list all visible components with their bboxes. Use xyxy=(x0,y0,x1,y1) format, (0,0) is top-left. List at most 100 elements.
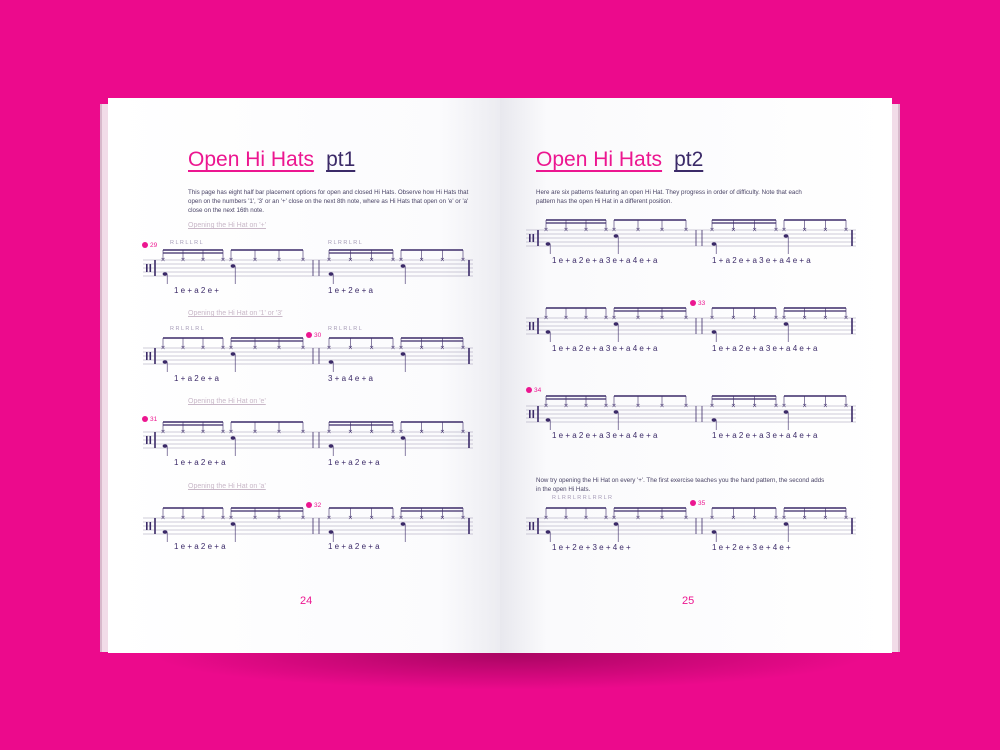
bass-drum-note xyxy=(545,330,551,334)
snare-note xyxy=(783,234,789,238)
count-line: 1 e + a 2 e + a 3 e + a 4 e + a xyxy=(552,344,658,353)
hihat-note: × xyxy=(399,257,404,264)
percussion-clef xyxy=(532,234,535,242)
second-intro-text: Now try opening the Hi Hat on every '+'.… xyxy=(536,477,825,493)
hihat-note: × xyxy=(774,227,779,234)
hihat-note: × xyxy=(612,515,617,522)
hihat-note: × xyxy=(612,315,617,322)
hihat-note: × xyxy=(684,315,689,322)
hihat-note: × xyxy=(221,345,226,352)
hihat-note: × xyxy=(229,429,234,436)
left-intro-text: This page has eight half bar placement o… xyxy=(188,189,469,214)
section-heading: Opening the Hi Hat on '1' or '3' xyxy=(188,310,283,317)
drum-staff: × × × × × × × × × × × × × × × × xyxy=(143,337,473,372)
hihat-note: × xyxy=(612,403,617,410)
hihat-note: × xyxy=(369,345,374,352)
hihat-note: × xyxy=(823,403,828,410)
bass-drum-note xyxy=(328,360,334,364)
left-page-title: Open Hi Hats pt1 xyxy=(188,148,355,172)
bass-drum-note xyxy=(711,242,717,246)
sticking-label: R L R R L R R L R R L R xyxy=(552,495,613,501)
hihat-note: × xyxy=(844,515,849,522)
hihat-note: × xyxy=(844,315,849,322)
percussion-clef xyxy=(532,410,535,418)
count-line: 1 e + a 2 e + xyxy=(174,286,219,295)
hihat-note: × xyxy=(391,257,396,264)
count-line: 1 e + a 2 e + a xyxy=(328,542,380,551)
drum-staff: × × × × × × × × × × × × × × × × xyxy=(526,395,856,430)
hihat-note: × xyxy=(660,403,665,410)
percussion-clef xyxy=(529,322,531,330)
percussion-clef xyxy=(529,234,531,242)
exercise-marker: 34 xyxy=(526,387,541,394)
hihat-note: × xyxy=(327,345,332,352)
hihat-note: × xyxy=(277,429,282,436)
hihat-note: × xyxy=(844,227,849,234)
hihat-note: × xyxy=(774,403,779,410)
hihat-note: × xyxy=(752,515,757,522)
hihat-note: × xyxy=(277,345,282,352)
count-line: 3 + a 4 e + a xyxy=(328,374,373,383)
hihat-note: × xyxy=(301,345,306,352)
hihat-note: × xyxy=(201,515,206,522)
snare-note xyxy=(400,352,406,356)
sticking-label: R R L R L R L xyxy=(170,326,204,332)
section-heading: Opening the Hi Hat on 'a' xyxy=(188,483,266,490)
hihat-note: × xyxy=(710,403,715,410)
hihat-note: × xyxy=(612,227,617,234)
snare-note xyxy=(613,410,619,414)
hihat-note: × xyxy=(181,429,186,436)
percussion-clef xyxy=(529,410,531,418)
bass-drum-note xyxy=(162,444,168,448)
snare-note xyxy=(230,436,236,440)
hihat-note: × xyxy=(782,403,787,410)
hihat-note: × xyxy=(461,515,466,522)
hihat-note: × xyxy=(660,227,665,234)
hihat-note: × xyxy=(584,515,589,522)
snare-note xyxy=(613,322,619,326)
hihat-note: × xyxy=(710,315,715,322)
bass-drum-note xyxy=(328,272,334,276)
count-line: 1 e + a 2 e + a 3 e + a 4 e + a xyxy=(712,344,818,353)
hihat-note: × xyxy=(229,515,234,522)
hihat-note: × xyxy=(584,403,589,410)
bass-drum-note xyxy=(162,530,168,534)
left-page: Open Hi Hats pt1 This page has eight half… xyxy=(108,98,500,653)
hihat-note: × xyxy=(229,345,234,352)
hihat-note: × xyxy=(440,515,445,522)
count-line: 1 e + a 2 e + a 3 e + a 4 e + a xyxy=(552,256,658,265)
open-book: Open Hi Hats pt1 This page has eight half… xyxy=(100,98,900,658)
hihat-note: × xyxy=(710,227,715,234)
hihat-note: × xyxy=(731,227,736,234)
hihat-note: × xyxy=(161,515,166,522)
count-line: 1 e + a 2 e + a xyxy=(328,458,380,467)
count-line: 1 e + a 2 e + a xyxy=(174,458,226,467)
hihat-note: × xyxy=(731,315,736,322)
hihat-note: × xyxy=(440,345,445,352)
drum-staff: × × × × × × × × × × × × × × × × xyxy=(143,507,473,542)
hihat-note: × xyxy=(752,315,757,322)
hihat-note: × xyxy=(348,515,353,522)
hihat-note: × xyxy=(369,429,374,436)
percussion-clef xyxy=(149,436,152,444)
snare-note xyxy=(613,522,619,526)
count-line: 1 e + 2 e + 3 e + 4 e + xyxy=(552,543,631,552)
hihat-note: × xyxy=(440,429,445,436)
bass-drum-note xyxy=(328,530,334,534)
hihat-note: × xyxy=(161,257,166,264)
hihat-note: × xyxy=(277,515,282,522)
snare-note xyxy=(400,264,406,268)
count-line: 1 + a 2 e + a xyxy=(174,374,219,383)
hihat-note: × xyxy=(604,403,609,410)
hihat-note: × xyxy=(277,257,282,264)
percussion-clef xyxy=(146,352,148,360)
hihat-note: × xyxy=(604,227,609,234)
page-number: 24 xyxy=(300,595,313,607)
hihat-note: × xyxy=(564,403,569,410)
hihat-note: × xyxy=(327,257,332,264)
hihat-note: × xyxy=(201,429,206,436)
hihat-note: × xyxy=(348,429,353,436)
hihat-note: × xyxy=(731,403,736,410)
hihat-note: × xyxy=(161,345,166,352)
hihat-note: × xyxy=(823,227,828,234)
